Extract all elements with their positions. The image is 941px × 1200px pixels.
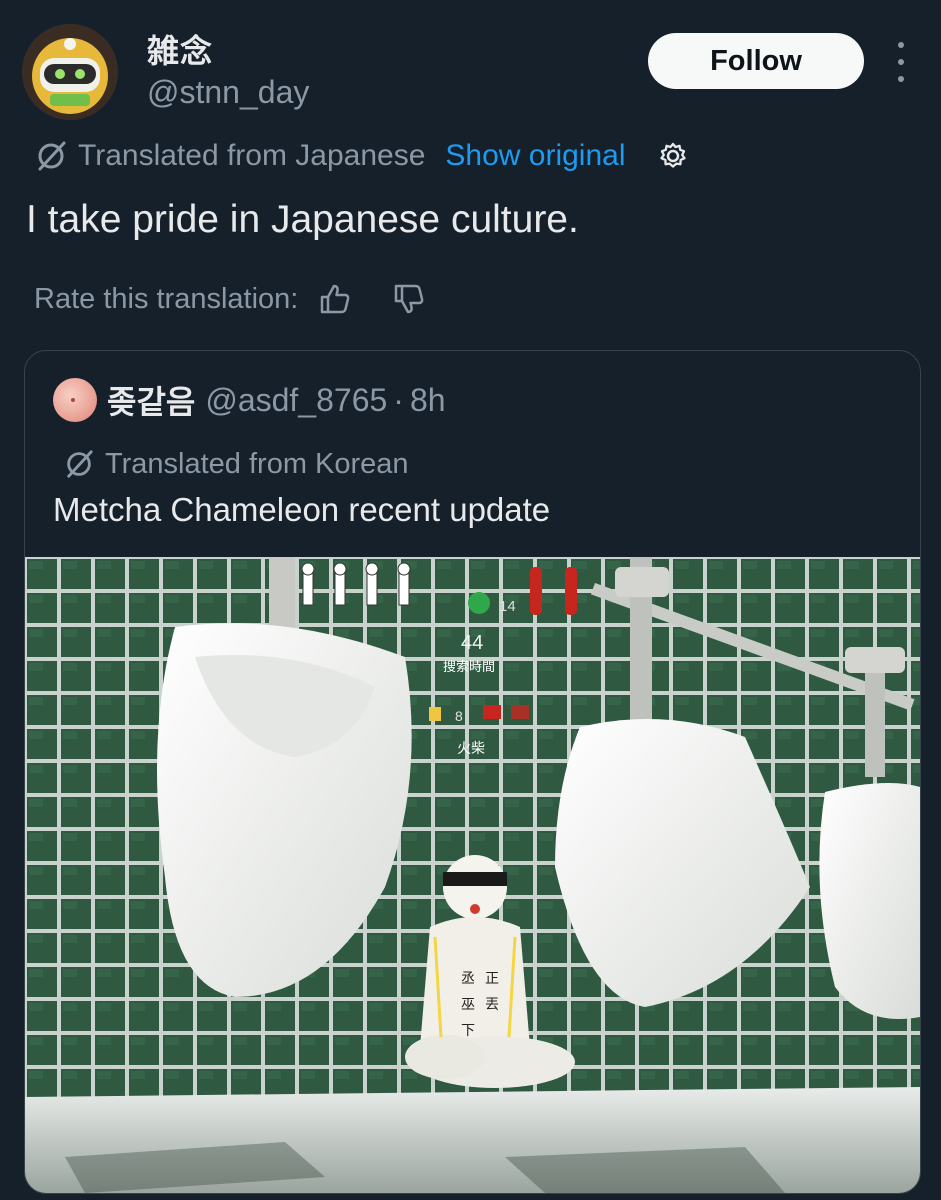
quoted-tweet-header: 좆같음 @asdf_8765 · 8h [53,377,446,423]
thumbs-down-icon[interactable] [392,282,426,316]
separator-dot: · [393,381,404,418]
hud-like-icon [429,707,441,721]
quoted-timestamp[interactable]: 8h [410,382,446,419]
quoted-handle[interactable]: @asdf_8765 [205,382,387,419]
tweet-text: I take pride in Japanese culture. [26,198,579,241]
hud-like-count: 8 [455,708,463,724]
quoted-display-name[interactable]: 좆같음 [107,377,195,423]
show-original-link[interactable]: Show original [445,139,625,173]
figure-glyph: 丟 [485,997,499,1013]
robot-avatar-icon [22,24,118,120]
quoted-media-image[interactable]: 丞 正 巫 丟 下 14 44 搜索時間 8 火柴 [25,557,920,1193]
author-display-name[interactable]: 雑念 [147,26,213,72]
quoted-translation-notice: Translated from Korean [63,443,409,485]
figure-glyph: 下 [461,1023,475,1039]
tweet-page: 雑念 @stnn_day Follow Translated from Japa… [0,0,941,1200]
hud-flag-icon [483,705,501,719]
author-handle[interactable]: @stnn_day [147,74,309,111]
rate-translation-label: Rate this translation: [34,282,299,315]
game-screenshot: 丞 正 巫 丟 下 14 44 搜索時間 8 火柴 [25,557,920,1193]
translation-notice: Translated from Japanese Show original [34,134,688,178]
gear-icon[interactable] [658,141,688,171]
rate-translation: Rate this translation: [34,278,426,320]
hud-player-count: 14 [499,598,516,615]
figure-glyph: 丞 [461,971,475,987]
translate-icon [67,450,93,478]
quoted-tweet[interactable]: 좆같음 @asdf_8765 · 8h Translated from Kore… [24,350,921,1194]
figure-glyph: 正 [485,971,499,987]
figure-glyph: 巫 [461,997,475,1013]
quoted-tweet-text: Metcha Chameleon recent update [53,491,551,528]
translate-icon [38,141,66,171]
more-options-icon[interactable] [890,42,912,82]
hud-timer: 44 [461,632,483,654]
quoted-translation-label: Translated from Korean [105,447,409,480]
quoted-avatar[interactable] [53,378,97,422]
translation-label: Translated from Japanese [78,139,426,172]
author-avatar[interactable] [22,24,118,120]
thumbs-up-icon[interactable] [318,282,352,316]
follow-button[interactable]: Follow [648,33,864,89]
hud-timer-label: 搜索時間 [443,660,495,675]
hud-item-label: 火柴 [457,741,485,757]
